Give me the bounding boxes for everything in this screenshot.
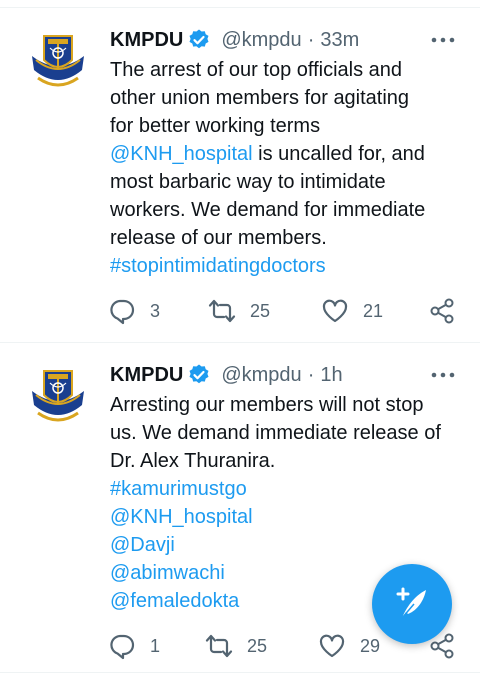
tweet-text-segment: us. We demand immediate release of [110, 422, 441, 444]
tweet-text-segment: most barbaric way to intimidate [110, 171, 386, 193]
tweet-text-segment: release of our members. [110, 227, 327, 249]
reply-button[interactable]: 3 [108, 296, 160, 326]
author-handle[interactable]: @kmpdu [221, 28, 301, 52]
tweet-actions: 3 25 21 [108, 296, 468, 326]
share-icon [430, 298, 454, 324]
tweet-header: KMPDU @kmpdu · 33m [110, 26, 359, 54]
tweet-text-line: Arresting our members will not stop [110, 391, 465, 419]
tweet-text-line: Dr. Alex Thuranira. [110, 447, 465, 475]
hashtag-link[interactable]: #kamurimustgo [110, 478, 247, 500]
verified-badge-icon [189, 364, 209, 384]
tweet-timestamp[interactable]: 1h [320, 363, 342, 387]
tweet-timestamp[interactable]: 33m [320, 28, 359, 52]
retweet-icon [208, 299, 236, 323]
tweet-text-segment: is uncalled for, and [252, 143, 425, 165]
tweet-text-line: The arrest of our top officials and [110, 56, 465, 84]
separator: · [307, 364, 315, 386]
tweet-text-segment: The arrest of our top officials and [110, 59, 403, 81]
tweet-divider [0, 672, 480, 673]
tweet-text: The arrest of our top officials and other… [110, 56, 465, 280]
tweet-text-line: #kamurimustgo [110, 475, 465, 503]
heart-icon [319, 634, 345, 658]
tweet-text-line: @Davji [110, 531, 465, 559]
author-name[interactable]: KMPDU [110, 363, 183, 387]
reply-icon [110, 634, 135, 660]
retweet-count: 25 [250, 300, 271, 321]
tweet-text-segment: Dr. Alex Thuranira. [110, 450, 276, 472]
tweet-text-line: @KNH_hospital [110, 503, 465, 531]
avatar[interactable] [22, 26, 94, 98]
mention-link[interactable]: @femaledokta [110, 590, 239, 612]
separator: · [307, 29, 315, 51]
heart-icon [322, 299, 348, 323]
author-handle[interactable]: @kmpdu [221, 363, 301, 387]
reply-button[interactable]: 1 [108, 631, 160, 661]
tweet-header: KMPDU @kmpdu · 1h [110, 361, 343, 389]
tweet[interactable]: KMPDU @kmpdu · 33m The arrest of our top… [0, 8, 480, 342]
like-count: 29 [360, 635, 381, 656]
reply-count: 1 [150, 635, 161, 656]
avatar[interactable] [22, 361, 94, 433]
tweet-text-line: release of our members. [110, 224, 465, 252]
tweet-text-line: other union members for agitating [110, 84, 465, 112]
mention-link[interactable]: @Davji [110, 534, 175, 556]
tweet-text-segment: Arresting our members will not stop [110, 394, 424, 416]
tweet-text-segment: for better working terms [110, 115, 321, 137]
tweet-text-segment: other union members for agitating [110, 87, 410, 109]
like-button[interactable]: 21 [321, 296, 383, 326]
reply-icon [110, 299, 135, 325]
retweet-button[interactable]: 25 [208, 296, 270, 326]
tweet-text-segment: workers. We demand for immediate [110, 199, 426, 221]
tweet-text-line: most barbaric way to intimidate [110, 168, 465, 196]
hashtag-link[interactable]: #stopintimidatingdoctors [110, 255, 326, 277]
tweet-text-line: @KNH_hospital is uncalled for, and [110, 140, 465, 168]
more-horizontal-icon[interactable] [430, 30, 456, 50]
retweet-icon [205, 634, 233, 658]
more-horizontal-icon[interactable] [430, 365, 456, 385]
like-button[interactable]: 29 [318, 631, 380, 661]
tweet-text-line: workers. We demand for immediate [110, 196, 465, 224]
retweet-button[interactable]: 25 [205, 631, 267, 661]
author-name[interactable]: KMPDU [110, 28, 183, 52]
tweet-text-line: for better working terms [110, 112, 465, 140]
mention-link[interactable]: @abimwachi [110, 562, 225, 584]
verified-badge-icon [189, 29, 209, 49]
mention-link[interactable]: @KNH_hospital [110, 506, 253, 528]
share-button[interactable] [428, 296, 456, 326]
tweet-text-line: #stopintimidatingdoctors [110, 252, 465, 280]
reply-count: 3 [150, 300, 161, 321]
tweet-text-line: us. We demand immediate release of [110, 419, 465, 447]
retweet-count: 25 [247, 635, 268, 656]
compose-tweet-button[interactable] [372, 564, 452, 644]
mention-link[interactable]: @KNH_hospital [110, 143, 253, 165]
compose-tweet-icon [396, 587, 426, 619]
kmpdu-logo-icon [25, 29, 91, 95]
like-count: 21 [363, 300, 384, 321]
kmpdu-logo-icon [25, 364, 91, 430]
